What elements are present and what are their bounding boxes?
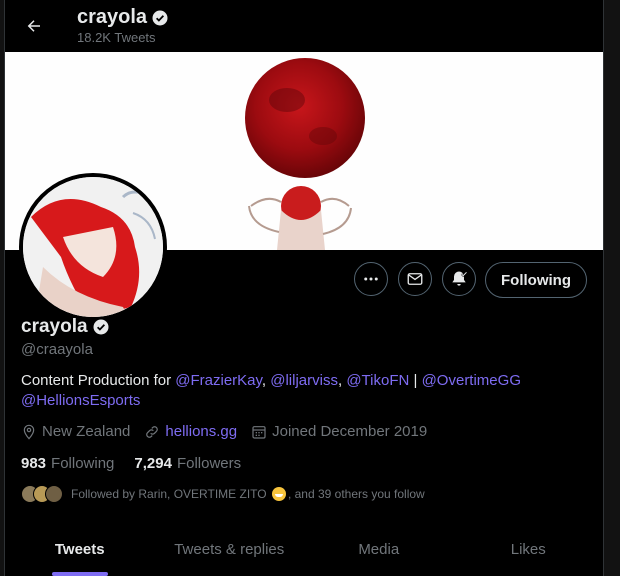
tab-tweets[interactable]: Tweets: [5, 522, 155, 576]
message-button[interactable]: [398, 262, 432, 296]
following-count: 983: [21, 455, 47, 472]
location-text: New Zealand: [42, 423, 131, 440]
notification-bell-icon: [452, 271, 468, 286]
grinning-emoji-icon: [271, 487, 286, 501]
mention-overtimegg[interactable]: @OvertimeGG: [422, 372, 521, 389]
following-label: Following: [51, 455, 115, 472]
header-name: crayola: [77, 6, 148, 28]
more-icon: [364, 277, 378, 281]
notifications-button[interactable]: [442, 262, 476, 296]
profile-meta: New Zealand hellions.gg Joined December …: [21, 423, 441, 440]
joined-text: Joined December 2019: [272, 423, 428, 440]
verified-badge-icon: [152, 10, 168, 25]
followed-by[interactable]: Followed by Rarin, OVERTIME ZITO , and 3…: [21, 485, 425, 503]
profile-name: crayola: [21, 316, 110, 338]
followers-label: Followers: [176, 455, 242, 472]
more-button[interactable]: [354, 262, 388, 296]
link-icon: [146, 425, 159, 438]
display-name: crayola: [21, 316, 88, 337]
bio-separator: |: [409, 372, 422, 389]
profile-handle: @craayola: [21, 341, 93, 358]
following-count-link[interactable]: 983 Following: [21, 455, 114, 472]
tab-media[interactable]: Media: [304, 522, 454, 576]
mention-tikofn[interactable]: @TikoFN: [346, 372, 409, 389]
website: hellions.gg: [144, 423, 237, 440]
follow-counts: 983 Following 7,294 Followers: [21, 455, 261, 472]
following-button[interactable]: Following: [485, 262, 587, 298]
avatar-artwork: [23, 177, 163, 317]
top-bar: crayola 18.2K Tweets: [5, 0, 603, 52]
followed-by-suffix: , and 39 others you follow: [287, 487, 425, 501]
website-link[interactable]: hellions.gg: [165, 423, 237, 440]
profile-avatar[interactable]: [19, 173, 167, 321]
followed-by-text: Followed by Rarin, OVERTIME ZITO , and 3…: [71, 487, 425, 501]
back-button[interactable]: [17, 9, 51, 43]
followers-count-link[interactable]: 7,294 Followers: [134, 455, 241, 472]
calendar-icon: [252, 425, 266, 439]
mention-frazierkay[interactable]: @FrazierKay: [175, 372, 262, 389]
profile-page: crayola 18.2K Tweets Following crayola @…: [4, 0, 604, 576]
tab-likes[interactable]: Likes: [454, 522, 604, 576]
verified-badge-icon: [93, 319, 109, 335]
mention-liljarviss[interactable]: @liljarviss: [270, 372, 338, 389]
tweet-count: 18.2K Tweets: [77, 30, 156, 45]
profile-bio: Content Production for @FrazierKay, @lil…: [21, 371, 581, 411]
location: New Zealand: [21, 423, 130, 440]
bio-separator: ,: [261, 372, 271, 389]
tab-tweets-replies[interactable]: Tweets & replies: [155, 522, 305, 576]
mention-hellionsesports[interactable]: @HellionsEsports: [21, 392, 140, 409]
joined-date: Joined December 2019: [251, 423, 427, 440]
back-arrow-icon: [27, 20, 40, 32]
location-icon: [23, 424, 35, 440]
followers-count: 7,294: [134, 455, 172, 472]
profile-tabs: Tweets Tweets & replies Media Likes: [5, 522, 603, 576]
header-title: crayola: [77, 6, 169, 29]
bio-text: Content Production for: [21, 372, 176, 389]
mail-icon: [407, 273, 423, 285]
follower-avatar: [45, 485, 63, 503]
followed-by-prefix: Followed by Rarin, OVERTIME ZITO: [71, 487, 267, 501]
